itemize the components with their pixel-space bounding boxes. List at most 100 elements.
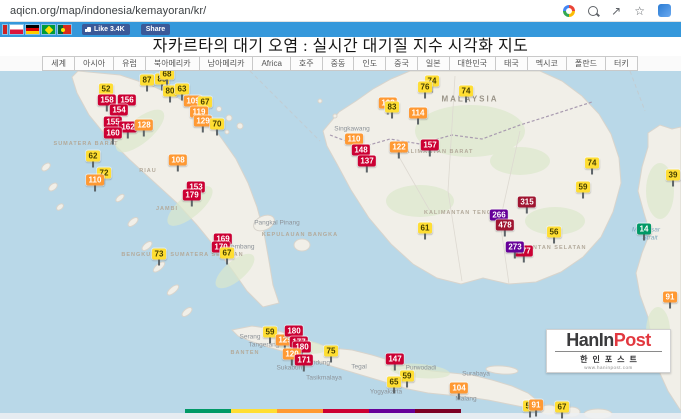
aqi-marker[interactable]: 59 xyxy=(400,371,414,382)
legend-segment xyxy=(415,409,461,413)
aqi-marker[interactable]: 122 xyxy=(390,142,408,153)
aqi-marker[interactable]: 91 xyxy=(529,400,543,411)
map-label-province: KEPULAUAN BANGKA xyxy=(262,232,338,238)
tab-region-9[interactable]: 중국 xyxy=(385,56,418,71)
google-icon[interactable] xyxy=(563,5,575,17)
tab-region-8[interactable]: 인도 xyxy=(353,56,386,71)
aqi-marker[interactable]: 65 xyxy=(387,377,401,388)
aqi-marker[interactable]: 75 xyxy=(324,346,338,357)
share-icon[interactable]: ↗ xyxy=(611,5,621,17)
zoom-search-icon[interactable] xyxy=(588,6,598,16)
poland-flag-icon[interactable] xyxy=(10,25,23,34)
tab-region-11[interactable]: 대한민국 xyxy=(449,56,496,71)
tab-region-12[interactable]: 태국 xyxy=(495,56,528,71)
aqi-marker[interactable]: 273 xyxy=(506,242,524,253)
like-label: Like 3.4K xyxy=(94,26,125,33)
map-label-city: Singkawang xyxy=(334,126,369,133)
tab-region-2[interactable]: 유럽 xyxy=(113,56,146,71)
aqi-marker[interactable]: 70 xyxy=(210,119,224,130)
station-pin-icon xyxy=(424,93,426,99)
aqi-marker[interactable]: 137 xyxy=(358,156,376,167)
station-pin-icon xyxy=(158,260,160,266)
aqi-marker[interactable]: 61 xyxy=(418,223,432,234)
aqi-marker[interactable]: 154 xyxy=(110,105,128,116)
legend-segment xyxy=(369,409,415,413)
tab-region-1[interactable]: 아시아 xyxy=(74,56,114,71)
legend-segment xyxy=(323,409,369,413)
station-pin-icon xyxy=(406,382,408,388)
favorites-star-icon[interactable]: ☆ xyxy=(634,5,645,17)
map-label-province: JAMBI xyxy=(156,206,178,212)
station-pin-icon xyxy=(177,166,179,172)
url-input[interactable]: aqicn.org/map/indonesia/kemayoran/kr/ xyxy=(10,5,563,17)
map-label-province: BANTEN xyxy=(231,350,260,356)
aqi-marker[interactable]: 104 xyxy=(450,383,468,394)
tab-region-3[interactable]: 북아메리카 xyxy=(145,56,200,71)
aqi-marker[interactable]: 110 xyxy=(345,134,363,145)
aqi-marker[interactable]: 179 xyxy=(183,190,201,201)
partial-flag-icon[interactable] xyxy=(3,25,7,34)
aqi-marker[interactable]: 91 xyxy=(663,292,677,303)
page-title: 자카르타의 대기 오염 : 실시간 대기질 지수 시각화 지도 xyxy=(153,38,529,55)
copilot-icon[interactable] xyxy=(658,4,671,17)
tab-region-15[interactable]: 터키 xyxy=(605,56,638,71)
tab-region-5[interactable]: Africa xyxy=(252,56,290,71)
aqi-map[interactable]: HanInPost 한인포스트 www.haninpost.com MALAYS… xyxy=(0,71,681,419)
aqi-marker[interactable]: 160 xyxy=(104,128,122,139)
station-pin-icon xyxy=(529,412,531,418)
haninpost-logo-text: HanInPost xyxy=(547,331,670,350)
aqi-marker[interactable]: 52 xyxy=(99,84,113,95)
tab-region-7[interactable]: 중동 xyxy=(322,56,355,71)
aqi-marker[interactable]: 39 xyxy=(666,170,680,181)
tab-region-14[interactable]: 폴란드 xyxy=(566,56,606,71)
aqi-marker[interactable]: 63 xyxy=(175,84,189,95)
aqi-marker[interactable]: 68 xyxy=(160,71,174,80)
facebook-share-button[interactable]: Share xyxy=(141,24,170,35)
station-pin-icon xyxy=(394,365,396,371)
station-pin-icon xyxy=(526,208,528,214)
aqi-marker[interactable]: 76 xyxy=(418,82,432,93)
station-pin-icon xyxy=(169,97,171,103)
aqi-marker[interactable]: 56 xyxy=(547,227,561,238)
aqi-marker[interactable]: 315 xyxy=(518,197,536,208)
station-pin-icon xyxy=(112,139,114,145)
aqi-marker[interactable]: 147 xyxy=(386,354,404,365)
station-pin-icon xyxy=(504,231,506,237)
tab-region-13[interactable]: 멕시코 xyxy=(527,56,567,71)
aqi-marker[interactable]: 62 xyxy=(86,151,100,162)
aqi-marker[interactable]: 148 xyxy=(352,145,370,156)
aqi-marker[interactable]: 157 xyxy=(421,140,439,151)
aqi-marker[interactable]: 128 xyxy=(135,120,153,131)
station-pin-icon xyxy=(106,106,108,112)
aqi-marker[interactable]: 14 xyxy=(637,224,651,235)
map-label-city: Surabaya xyxy=(462,371,490,378)
tab-region-10[interactable]: 일본 xyxy=(417,56,450,71)
station-pin-icon xyxy=(366,167,368,173)
aqi-marker[interactable]: 110 xyxy=(86,175,104,186)
aqi-marker[interactable]: 67 xyxy=(555,402,569,413)
aqi-marker[interactable]: 114 xyxy=(409,108,427,119)
germany-flag-icon[interactable] xyxy=(26,25,39,34)
aqi-marker[interactable]: 73 xyxy=(152,249,166,260)
brazil-flag-icon[interactable] xyxy=(42,25,55,34)
aqi-marker[interactable]: 87 xyxy=(140,75,154,86)
aqi-marker[interactable]: 108 xyxy=(169,155,187,166)
aqi-marker[interactable]: 59 xyxy=(576,182,590,193)
station-pin-icon xyxy=(535,411,537,417)
station-pin-icon xyxy=(458,394,460,400)
haninpost-watermark: HanInPost 한인포스트 www.haninpost.com xyxy=(546,329,671,373)
aqi-marker[interactable]: 180 xyxy=(285,326,303,337)
tab-region-6[interactable]: 호주 xyxy=(290,56,323,71)
tab-region-4[interactable]: 남아메리카 xyxy=(199,56,254,71)
station-pin-icon xyxy=(582,193,584,199)
portugal-flag-icon[interactable] xyxy=(58,25,71,34)
facebook-like-button[interactable]: Like 3.4K xyxy=(82,24,130,35)
aqi-marker[interactable]: 67 xyxy=(220,248,234,259)
aqi-marker[interactable]: 171 xyxy=(295,355,313,366)
aqi-marker[interactable]: 74 xyxy=(459,86,473,97)
station-pin-icon xyxy=(391,113,393,119)
aqi-marker[interactable]: 83 xyxy=(385,102,399,113)
tab-region-0[interactable]: 세계 xyxy=(42,56,75,71)
aqi-marker[interactable]: 74 xyxy=(585,158,599,169)
aqi-marker[interactable]: 478 xyxy=(496,220,514,231)
